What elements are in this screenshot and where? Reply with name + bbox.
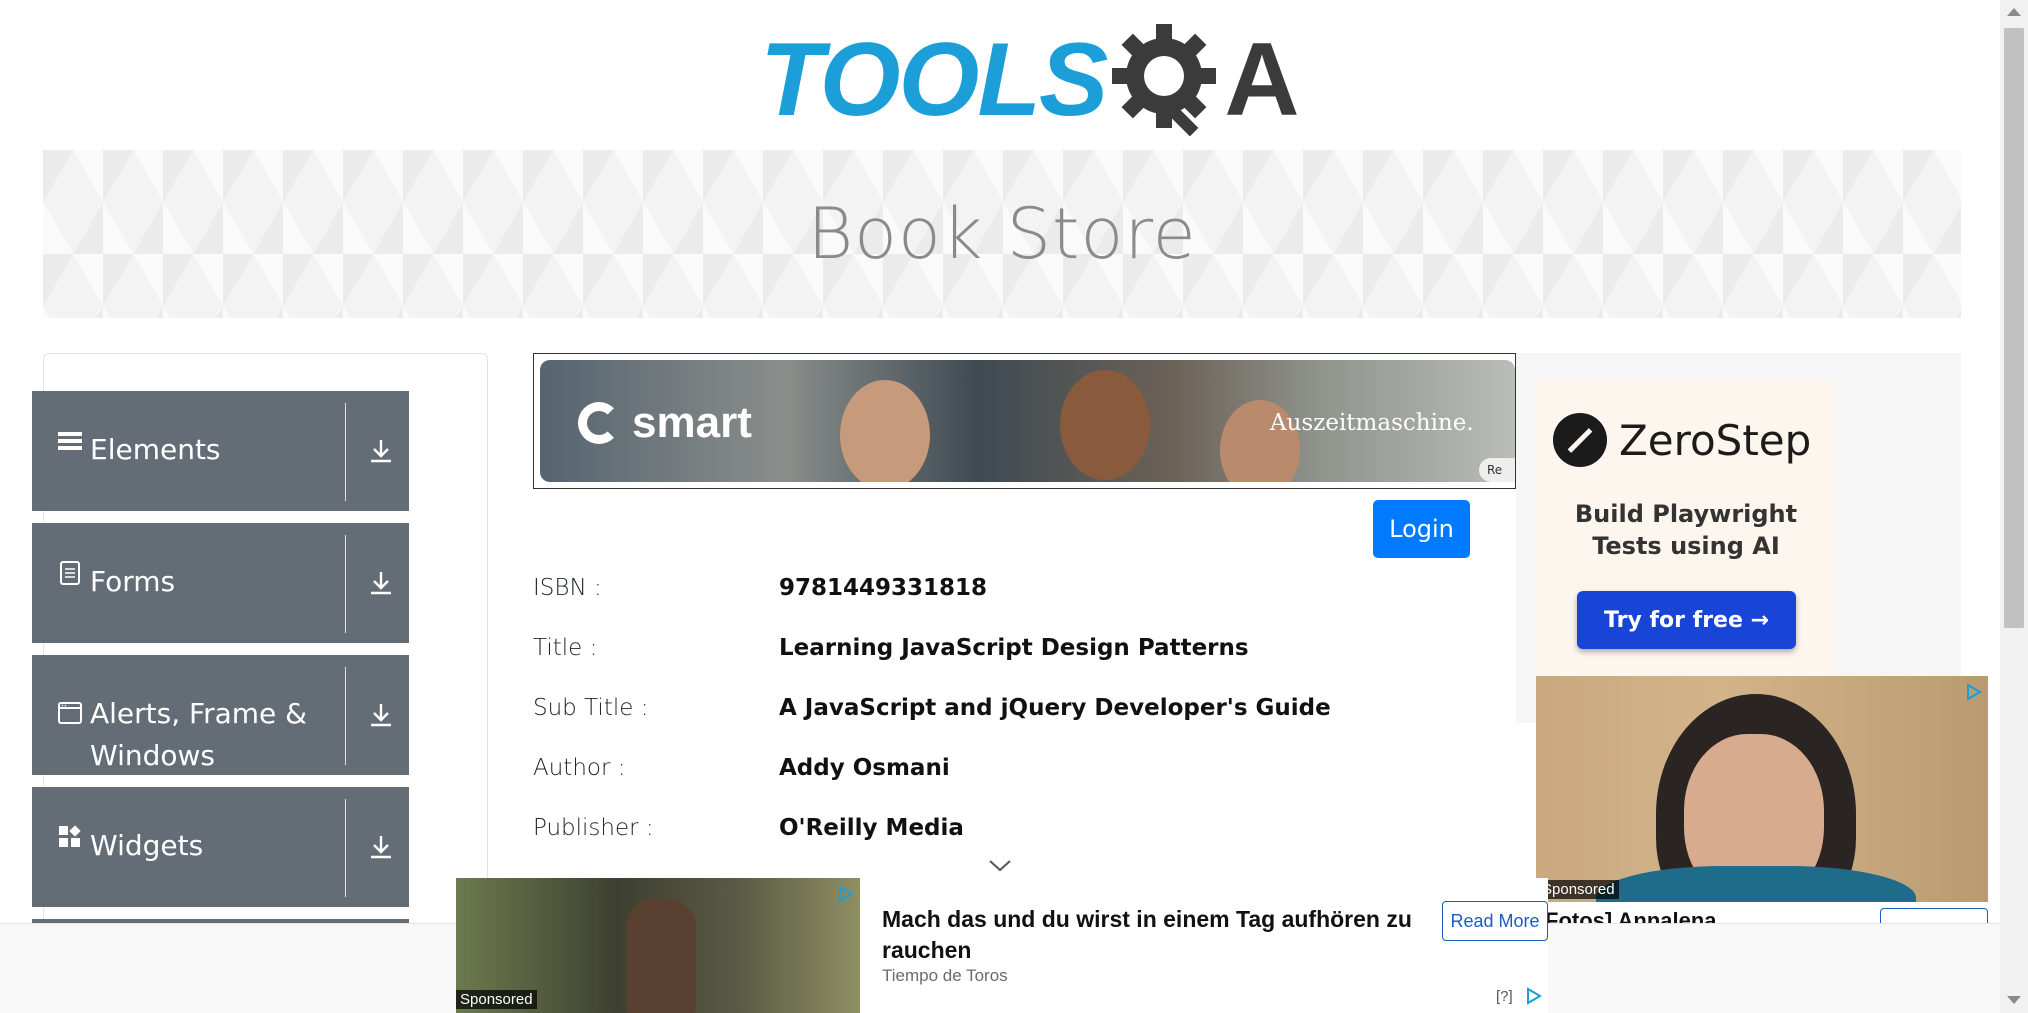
top-banner-ad[interactable]: smart Auszeitmaschine. Re	[533, 353, 1516, 489]
ad-statue	[626, 898, 696, 1013]
sidebar-group-elements[interactable]: Elements	[32, 391, 409, 511]
ad-image: smart Auszeitmaschine.	[540, 360, 1515, 482]
hamburger-icon	[58, 429, 82, 453]
adchoices-icon[interactable]	[1524, 986, 1544, 1006]
window-icon	[58, 701, 82, 725]
sidebar-group-alerts[interactable]: Alerts, Frame & Windows	[32, 655, 409, 775]
field-value: 9781449331818	[779, 575, 988, 601]
smart-logo-icon	[578, 402, 620, 444]
ad-help-link[interactable]: [?]	[1496, 988, 1513, 1005]
scroll-down-arrow-icon[interactable]	[2007, 996, 2021, 1004]
book-field-isbn: ISBN : 9781449331818	[533, 568, 1453, 608]
ad-info-text: Re	[1487, 463, 1503, 477]
bottom-ad-headline[interactable]: Mach das und du wirst in einem Tag aufhö…	[860, 904, 1420, 966]
field-label: Author :	[533, 755, 626, 781]
ad-person	[840, 380, 930, 482]
login-button[interactable]: Login	[1373, 500, 1470, 558]
bottom-ad-source: Tiempo de Toros	[882, 966, 1008, 985]
book-field-author: Author : Addy Osmani	[533, 748, 1453, 788]
page-banner: Book Store	[43, 150, 1961, 318]
logo-text: TOOLS	[760, 21, 1108, 138]
adchoices-icon[interactable]	[836, 884, 856, 904]
book-field-publisher: Publisher : O'Reilly Media	[533, 808, 1453, 848]
sidebar-group-label: Alerts, Frame & Windows	[90, 697, 308, 772]
ad-person	[1060, 370, 1150, 480]
field-value: Learning JavaScript Design Patterns	[779, 635, 1249, 661]
logo-a: A	[1224, 21, 1300, 138]
zerostep-logo: ZeroStep	[1553, 413, 1811, 467]
sponsored-label: Sponsored	[456, 990, 537, 1009]
ad-brand: smart	[632, 398, 752, 447]
widgets-icon	[58, 825, 82, 849]
document-icon	[58, 561, 82, 585]
field-value: Addy Osmani	[779, 755, 950, 781]
download-arrow-icon[interactable]	[367, 437, 395, 465]
download-arrow-icon[interactable]	[367, 701, 395, 729]
sidebar-group-label: Forms	[90, 565, 176, 598]
scroll-up-arrow-icon[interactable]	[2007, 8, 2021, 16]
field-label: ISBN :	[533, 575, 602, 601]
download-arrow-icon[interactable]	[367, 569, 395, 597]
book-field-subtitle: Sub Title : A JavaScript and jQuery Deve…	[533, 688, 1453, 728]
logo-gear-icon: A	[1112, 21, 1300, 138]
sidebar-group-widgets[interactable]: Widgets	[32, 787, 409, 907]
divider	[345, 535, 346, 633]
book-field-title: Title : Learning JavaScript Design Patte…	[533, 628, 1453, 668]
field-value: A JavaScript and jQuery Developer's Guid…	[779, 695, 1331, 721]
field-value: O'Reilly Media	[779, 815, 964, 841]
download-arrow-icon[interactable]	[367, 833, 395, 861]
portrait-ad[interactable]	[1536, 676, 1988, 902]
divider	[345, 403, 346, 501]
field-label: Publisher :	[533, 815, 654, 841]
zerostep-brand: ZeroStep	[1619, 415, 1812, 465]
try-for-free-button[interactable]: Try for free →	[1577, 591, 1796, 649]
divider	[345, 799, 346, 897]
sidebar-group-forms[interactable]: Forms	[32, 523, 409, 643]
read-more-button[interactable]: Read More	[1442, 901, 1548, 941]
ad-info-icon[interactable]: Re	[1479, 458, 1515, 482]
sponsored-label: Sponsored	[1538, 880, 1619, 899]
sidebar-group-label: Widgets	[90, 829, 204, 862]
sidebar-group-label: Elements	[90, 433, 221, 466]
field-label: Sub Title :	[533, 695, 649, 721]
scrollbar-thumb[interactable]	[2004, 28, 2024, 628]
bottom-sticky-ad[interactable]: Sponsored Mach das und du wirst in einem…	[456, 878, 1548, 1013]
smart-logo: smart	[578, 398, 752, 448]
chevron-down-icon[interactable]	[988, 858, 1012, 872]
page-title: Book Store	[807, 193, 1197, 275]
field-label: Title :	[533, 635, 598, 661]
adchoices-icon[interactable]	[1964, 682, 1984, 702]
zerostep-logo-icon	[1553, 413, 1607, 467]
ad-tagline: Auszeitmaschine.	[1270, 410, 1474, 436]
divider	[345, 667, 346, 765]
toolsqa-logo[interactable]: TOOLS A	[760, 21, 1299, 138]
zerostep-headline: Build Playwright Tests using AI	[1574, 500, 1798, 560]
